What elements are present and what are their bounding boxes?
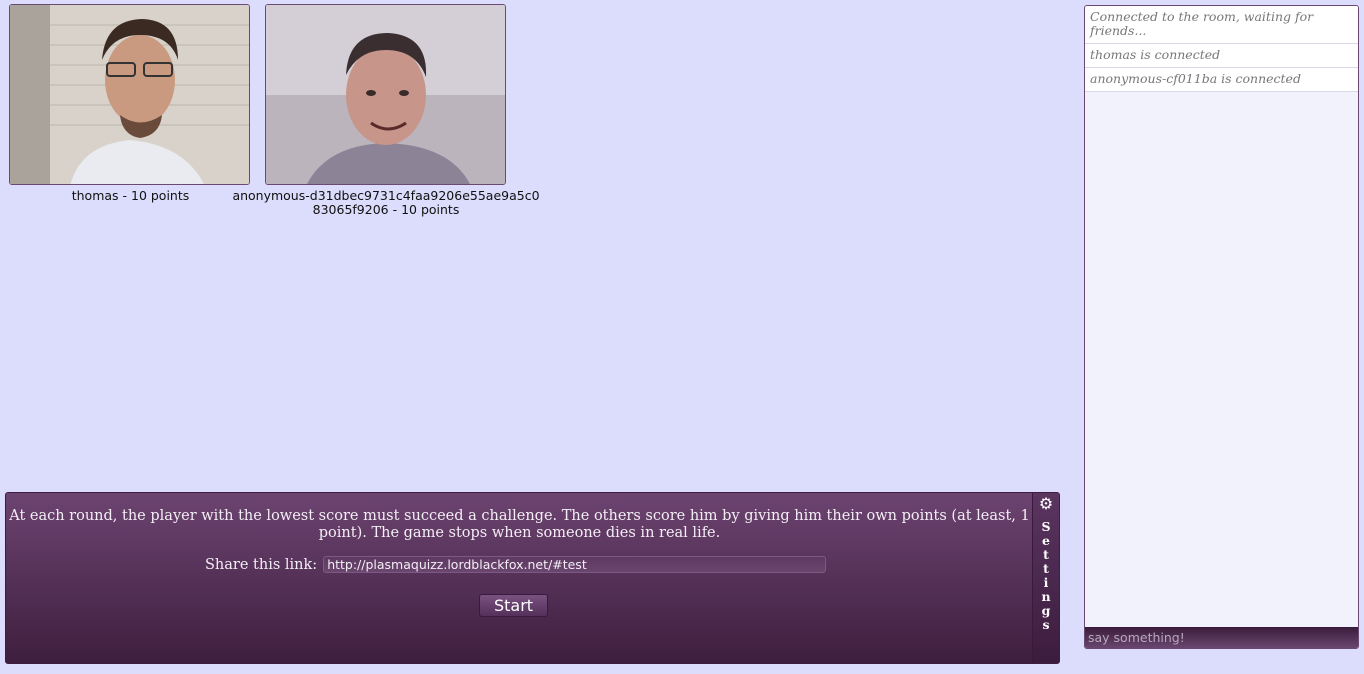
player-video-anonymous (265, 4, 506, 185)
settings-letter: s (1042, 617, 1050, 632)
player-tile-anonymous: anonymous-d31dbec9731c4faa9206e55ae9a5c0… (232, 4, 540, 217)
settings-letter: t (1043, 547, 1049, 562)
share-link-input[interactable]: http://plasmaquizz.lordblackfox.net/#tes… (323, 556, 827, 573)
player-caption: thomas - 10 points (71, 188, 190, 203)
settings-letter: e (1042, 533, 1050, 548)
settings-letter: i (1043, 575, 1049, 590)
chat-input[interactable]: say something! (1085, 627, 1358, 648)
game-rules-text: At each round, the player with the lowes… (9, 508, 1030, 541)
settings-letter: g (1041, 603, 1051, 618)
start-button[interactable]: Start (479, 594, 548, 617)
share-link-row: Share this link: http://plasmaquizz.lord… (205, 556, 827, 573)
player-caption: anonymous-d31dbec9731c4faa9206e55ae9a5c0… (232, 188, 540, 217)
player-video-thomas (9, 4, 250, 185)
settings-label: Settings (1033, 520, 1059, 632)
settings-letter: n (1041, 589, 1051, 604)
share-link-label: Share this link: (205, 556, 318, 573)
chat-panel: Connected to the room, waiting for frien… (1084, 5, 1359, 649)
settings-tab[interactable]: ⚙ Settings (1032, 493, 1059, 663)
chat-message: thomas is connected (1085, 44, 1358, 68)
settings-letter: S (1041, 519, 1051, 534)
gear-icon[interactable]: ⚙ (1033, 496, 1059, 512)
game-panel: At each round, the player with the lowes… (5, 492, 1060, 664)
player-tile-thomas: thomas - 10 points (9, 4, 252, 203)
chat-message: anonymous-cf011ba is connected (1085, 68, 1358, 92)
game-panel-main: At each round, the player with the lowes… (6, 493, 1033, 663)
settings-letter: t (1043, 561, 1049, 576)
chat-message: Connected to the room, waiting for frien… (1085, 6, 1358, 44)
chat-messages: Connected to the room, waiting for frien… (1085, 6, 1358, 627)
